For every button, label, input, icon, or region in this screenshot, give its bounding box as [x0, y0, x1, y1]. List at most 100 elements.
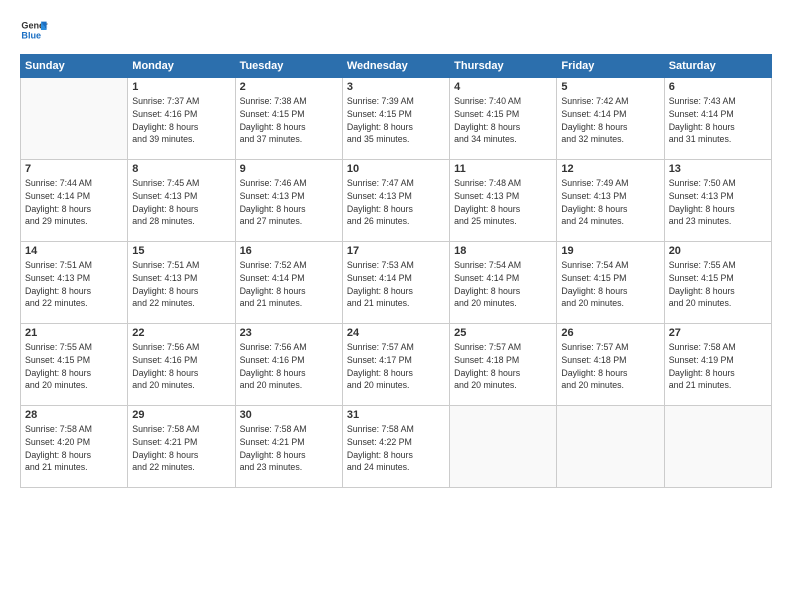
day-number: 30	[240, 409, 338, 421]
day-number: 7	[25, 163, 123, 175]
day-info: Sunrise: 7:38 AMSunset: 4:15 PMDaylight:…	[240, 95, 338, 146]
day-info: Sunrise: 7:48 AMSunset: 4:13 PMDaylight:…	[454, 177, 552, 228]
calendar-cell: 8 Sunrise: 7:45 AMSunset: 4:13 PMDaylight…	[128, 160, 235, 242]
day-info: Sunrise: 7:58 AMSunset: 4:19 PMDaylight:…	[669, 341, 767, 392]
calendar-cell: 28Sunrise: 7:58 AMSunset: 4:20 PMDayligh…	[21, 406, 128, 488]
day-info: Sunrise: 7:56 AMSunset: 4:16 PMDaylight:…	[240, 341, 338, 392]
day-number: 5	[561, 81, 659, 93]
calendar-week-row: 14 Sunrise: 7:51 AMSunset: 4:13 PMDayligh…	[21, 242, 772, 324]
day-number: 12	[561, 163, 659, 175]
day-info: Sunrise: 7:51 AMSunset: 4:13 PMDaylight:…	[132, 259, 230, 310]
calendar-cell	[557, 406, 664, 488]
calendar-cell: 19Sunrise: 7:54 AMSunset: 4:15 PMDayligh…	[557, 242, 664, 324]
calendar-cell	[664, 406, 771, 488]
day-info: Sunrise: 7:40 AMSunset: 4:15 PMDaylight:…	[454, 95, 552, 146]
calendar-cell: 20 Sunrise: 7:55 AMSunset: 4:15 PMDayligh…	[664, 242, 771, 324]
day-info: Sunrise: 7:46 AMSunset: 4:13 PMDaylight:…	[240, 177, 338, 228]
day-info: Sunrise: 7:56 AMSunset: 4:16 PMDaylight:…	[132, 341, 230, 392]
calendar-cell: 7 Sunrise: 7:44 AMSunset: 4:14 PMDaylight…	[21, 160, 128, 242]
day-info: Sunrise: 7:55 AMSunset: 4:15 PMDaylight:…	[669, 259, 767, 310]
calendar-cell: 13 Sunrise: 7:50 AMSunset: 4:13 PMDayligh…	[664, 160, 771, 242]
day-number: 29	[132, 409, 230, 421]
column-header-sunday: Sunday	[21, 55, 128, 78]
day-info: Sunrise: 7:44 AMSunset: 4:14 PMDaylight:…	[25, 177, 123, 228]
day-number: 25	[454, 327, 552, 339]
day-info: Sunrise: 7:49 AMSunset: 4:13 PMDaylight:…	[561, 177, 659, 228]
column-header-saturday: Saturday	[664, 55, 771, 78]
day-info: Sunrise: 7:58 AMSunset: 4:20 PMDaylight:…	[25, 423, 123, 474]
day-info: Sunrise: 7:54 AMSunset: 4:14 PMDaylight:…	[454, 259, 552, 310]
day-number: 16	[240, 245, 338, 257]
day-number: 13	[669, 163, 767, 175]
calendar-cell: 11 Sunrise: 7:48 AMSunset: 4:13 PMDayligh…	[450, 160, 557, 242]
day-number: 6	[669, 81, 767, 93]
calendar-cell: 22 Sunrise: 7:56 AMSunset: 4:16 PMDayligh…	[128, 324, 235, 406]
day-info: Sunrise: 7:53 AMSunset: 4:14 PMDaylight:…	[347, 259, 445, 310]
calendar-cell: 31Sunrise: 7:58 AMSunset: 4:22 PMDayligh…	[342, 406, 449, 488]
day-info: Sunrise: 7:45 AMSunset: 4:13 PMDaylight:…	[132, 177, 230, 228]
header: General Blue	[20, 16, 772, 44]
day-info: Sunrise: 7:51 AMSunset: 4:13 PMDaylight:…	[25, 259, 123, 310]
day-number: 3	[347, 81, 445, 93]
day-info: Sunrise: 7:57 AMSunset: 4:17 PMDaylight:…	[347, 341, 445, 392]
day-number: 14	[25, 245, 123, 257]
day-number: 1	[132, 81, 230, 93]
calendar-cell: 2 Sunrise: 7:38 AMSunset: 4:15 PMDaylight…	[235, 78, 342, 160]
day-number: 26	[561, 327, 659, 339]
calendar-cell: 5Sunrise: 7:42 AMSunset: 4:14 PMDaylight…	[557, 78, 664, 160]
logo: General Blue	[20, 16, 52, 44]
calendar-cell: 29 Sunrise: 7:58 AMSunset: 4:21 PMDayligh…	[128, 406, 235, 488]
calendar-cell: 14 Sunrise: 7:51 AMSunset: 4:13 PMDayligh…	[21, 242, 128, 324]
day-number: 19	[561, 245, 659, 257]
column-header-wednesday: Wednesday	[342, 55, 449, 78]
calendar-header-row: SundayMondayTuesdayWednesdayThursdayFrid…	[21, 55, 772, 78]
calendar-cell: 18 Sunrise: 7:54 AMSunset: 4:14 PMDayligh…	[450, 242, 557, 324]
calendar-cell: 30 Sunrise: 7:58 AMSunset: 4:21 PMDayligh…	[235, 406, 342, 488]
day-number: 2	[240, 81, 338, 93]
day-number: 10	[347, 163, 445, 175]
column-header-tuesday: Tuesday	[235, 55, 342, 78]
calendar-cell: 4 Sunrise: 7:40 AMSunset: 4:15 PMDaylight…	[450, 78, 557, 160]
calendar-cell: 15 Sunrise: 7:51 AMSunset: 4:13 PMDayligh…	[128, 242, 235, 324]
day-number: 17	[347, 245, 445, 257]
day-info: Sunrise: 7:37 AMSunset: 4:16 PMDaylight:…	[132, 95, 230, 146]
calendar-week-row: 28Sunrise: 7:58 AMSunset: 4:20 PMDayligh…	[21, 406, 772, 488]
day-info: Sunrise: 7:52 AMSunset: 4:14 PMDaylight:…	[240, 259, 338, 310]
calendar-cell: 23 Sunrise: 7:56 AMSunset: 4:16 PMDayligh…	[235, 324, 342, 406]
day-info: Sunrise: 7:58 AMSunset: 4:22 PMDaylight:…	[347, 423, 445, 474]
column-header-thursday: Thursday	[450, 55, 557, 78]
day-info: Sunrise: 7:58 AMSunset: 4:21 PMDaylight:…	[132, 423, 230, 474]
day-info: Sunrise: 7:43 AMSunset: 4:14 PMDaylight:…	[669, 95, 767, 146]
calendar: SundayMondayTuesdayWednesdayThursdayFrid…	[20, 54, 772, 488]
day-info: Sunrise: 7:47 AMSunset: 4:13 PMDaylight:…	[347, 177, 445, 228]
day-number: 27	[669, 327, 767, 339]
day-info: Sunrise: 7:58 AMSunset: 4:21 PMDaylight:…	[240, 423, 338, 474]
calendar-cell: 6 Sunrise: 7:43 AMSunset: 4:14 PMDaylight…	[664, 78, 771, 160]
day-number: 11	[454, 163, 552, 175]
calendar-cell: 24 Sunrise: 7:57 AMSunset: 4:17 PMDayligh…	[342, 324, 449, 406]
calendar-cell: 25Sunrise: 7:57 AMSunset: 4:18 PMDayligh…	[450, 324, 557, 406]
day-number: 20	[669, 245, 767, 257]
calendar-cell	[21, 78, 128, 160]
calendar-cell: 26Sunrise: 7:57 AMSunset: 4:18 PMDayligh…	[557, 324, 664, 406]
calendar-cell: 1 Sunrise: 7:37 AMSunset: 4:16 PMDaylight…	[128, 78, 235, 160]
day-number: 22	[132, 327, 230, 339]
calendar-week-row: 1 Sunrise: 7:37 AMSunset: 4:16 PMDaylight…	[21, 78, 772, 160]
day-number: 21	[25, 327, 123, 339]
logo-icon: General Blue	[20, 16, 48, 44]
day-number: 8	[132, 163, 230, 175]
day-info: Sunrise: 7:50 AMSunset: 4:13 PMDaylight:…	[669, 177, 767, 228]
day-number: 18	[454, 245, 552, 257]
svg-text:Blue: Blue	[21, 30, 41, 40]
day-number: 24	[347, 327, 445, 339]
day-info: Sunrise: 7:39 AMSunset: 4:15 PMDaylight:…	[347, 95, 445, 146]
day-number: 23	[240, 327, 338, 339]
calendar-week-row: 7 Sunrise: 7:44 AMSunset: 4:14 PMDaylight…	[21, 160, 772, 242]
day-number: 4	[454, 81, 552, 93]
calendar-cell	[450, 406, 557, 488]
calendar-cell: 9 Sunrise: 7:46 AMSunset: 4:13 PMDaylight…	[235, 160, 342, 242]
day-number: 9	[240, 163, 338, 175]
day-number: 15	[132, 245, 230, 257]
page: General Blue SundayMondayTuesdayWednesda…	[0, 0, 792, 612]
calendar-cell: 27 Sunrise: 7:58 AMSunset: 4:19 PMDayligh…	[664, 324, 771, 406]
